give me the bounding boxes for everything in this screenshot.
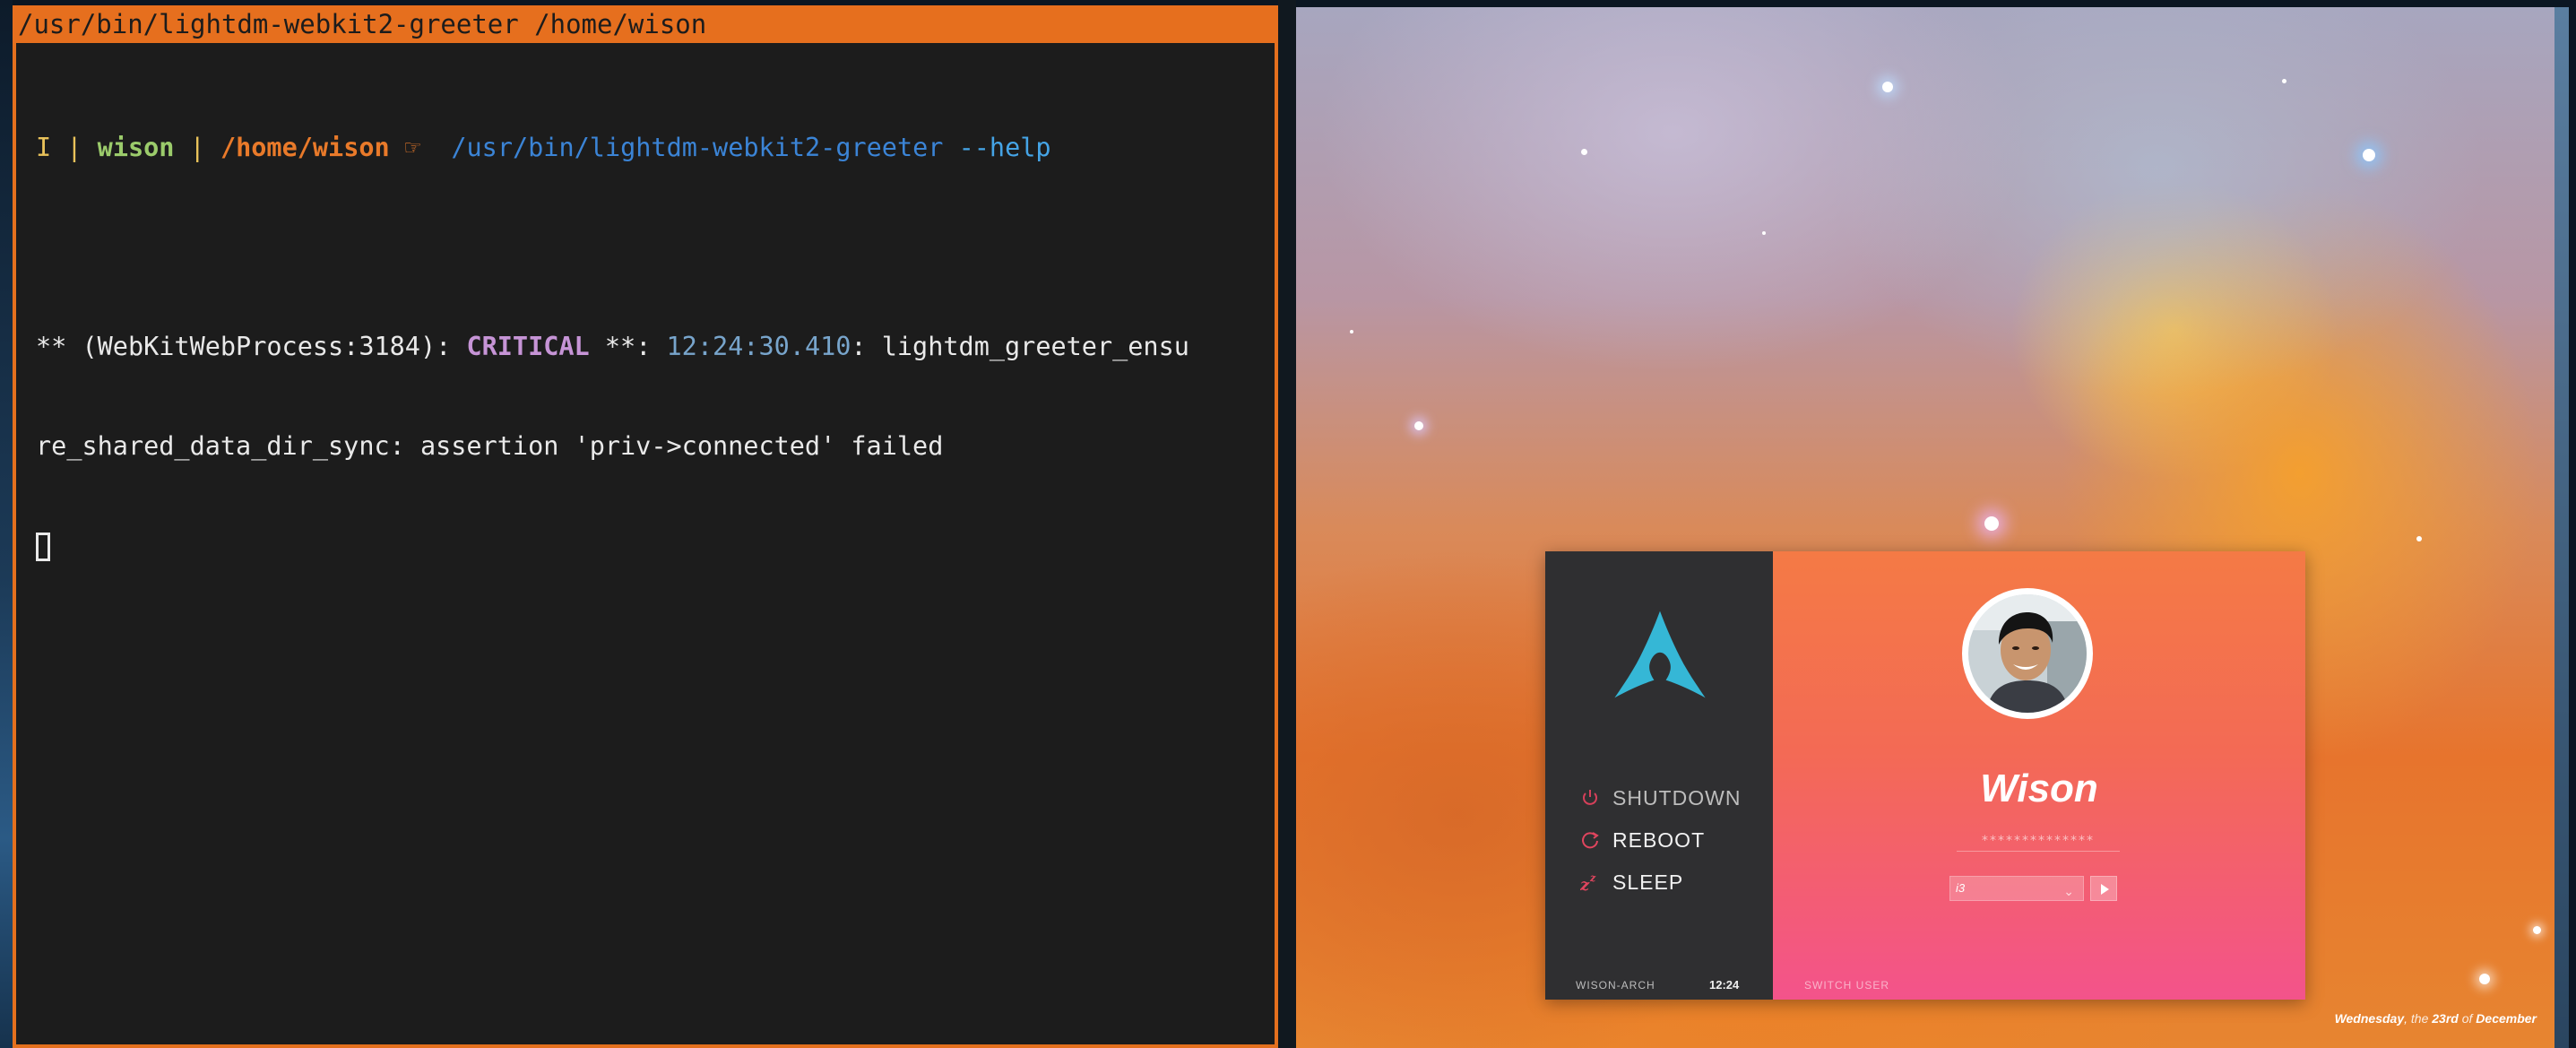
- date-the: the: [2410, 1011, 2429, 1026]
- sidebar-panel: SHUTDOWN REBOOT zz SLEEP WISON-ARCH 12:2…: [1545, 551, 1773, 1000]
- hostname-label: WISON-ARCH: [1576, 979, 1655, 992]
- date-month: December: [2476, 1011, 2537, 1026]
- star: [2533, 926, 2541, 934]
- play-arrow-icon: [2101, 884, 2109, 895]
- output-message-1: : lightdm_greeter_ensu: [851, 332, 1189, 361]
- user-avatar[interactable]: [1962, 588, 2093, 719]
- command-text: /usr/bin/lightdm-webkit2-greeter: [451, 133, 944, 162]
- date-display: Wednesday, the 23rd of December: [2335, 1011, 2537, 1026]
- star: [1984, 516, 1999, 531]
- star: [2363, 149, 2375, 161]
- arch-linux-logo-icon: [1614, 611, 1706, 698]
- date-of: of: [2461, 1011, 2473, 1026]
- username-label: Wison: [1980, 767, 2098, 810]
- prompt-separator: |: [51, 133, 98, 162]
- date-comma: ,: [2404, 1011, 2411, 1026]
- text-cursor: [36, 533, 50, 561]
- output-line-2: re_shared_data_dir_sync: assertion 'priv…: [36, 429, 1273, 463]
- clock-label: 12:24: [1709, 978, 1740, 992]
- star: [1762, 231, 1766, 235]
- cursor-line: [36, 529, 1273, 562]
- pointing-hand-icon: ☞: [404, 133, 421, 162]
- power-icon: [1580, 788, 1600, 808]
- command-flag: --help: [958, 133, 1051, 162]
- screen-edge: [2554, 7, 2569, 1048]
- sleep-label: SLEEP: [1612, 870, 1684, 894]
- sleep-zz-icon: zz: [1579, 872, 1600, 895]
- login-submit-button[interactable]: [2090, 876, 2117, 901]
- star: [2416, 536, 2422, 541]
- terminal-window[interactable]: /usr/bin/lightdm-webkit2-greeter /home/w…: [13, 5, 1278, 1048]
- terminal-output[interactable]: I | wison | /home/wison ☞ /usr/bin/light…: [36, 65, 1273, 628]
- svg-text:z: z: [1580, 876, 1590, 892]
- prompt-separator: |: [174, 133, 220, 162]
- output-timestamp: 12:24:30.410: [666, 332, 851, 361]
- star: [2479, 974, 2490, 984]
- output-line-1: ** (WebKitWebProcess:3184): CRITICAL **:…: [36, 330, 1273, 363]
- prompt-user: wison: [97, 133, 175, 162]
- prompt-line: I | wison | /home/wison ☞ /usr/bin/light…: [36, 131, 1273, 164]
- session-value: i3: [1956, 881, 1966, 895]
- window-gap: [1278, 0, 1296, 1048]
- user-panel: Wison i3 ⌄ SWITCH USER: [1773, 551, 2305, 1000]
- password-input[interactable]: [1957, 831, 2120, 852]
- sleep-button[interactable]: zz SLEEP: [1579, 869, 1684, 896]
- star: [1350, 330, 1353, 333]
- output-prefix: ** (WebKitWebProcess:3184):: [36, 332, 467, 361]
- user-photo: [1968, 594, 2087, 713]
- shutdown-label: SHUTDOWN: [1612, 785, 1742, 810]
- switch-user-button[interactable]: SWITCH USER: [1804, 979, 1889, 992]
- star: [1882, 82, 1893, 92]
- login-panel: SHUTDOWN REBOOT zz SLEEP WISON-ARCH 12:2…: [1545, 551, 2305, 1000]
- star: [1414, 421, 1423, 430]
- terminal-title-bar[interactable]: /usr/bin/lightdm-webkit2-greeter /home/w…: [13, 5, 1278, 43]
- refresh-icon: [1580, 830, 1600, 850]
- vi-mode-indicator: I: [36, 133, 52, 162]
- star: [1581, 149, 1587, 155]
- date-weekday: Wednesday: [2334, 1011, 2405, 1026]
- lightdm-greeter-screen[interactable]: SHUTDOWN REBOOT zz SLEEP WISON-ARCH 12:2…: [1296, 7, 2569, 1048]
- output-mid: **:: [589, 332, 667, 361]
- prompt-cwd: /home/wison: [220, 133, 390, 162]
- critical-label: CRITICAL: [466, 332, 590, 361]
- output-message-2: re_shared_data_dir_sync: assertion 'priv…: [36, 431, 944, 461]
- date-day: 23rd: [2432, 1011, 2459, 1026]
- svg-text:z: z: [1589, 872, 1596, 884]
- shutdown-button[interactable]: SHUTDOWN: [1580, 784, 1741, 811]
- reboot-button[interactable]: REBOOT: [1580, 827, 1705, 853]
- reboot-label: REBOOT: [1612, 827, 1706, 852]
- star: [2282, 79, 2286, 83]
- session-select[interactable]: i3 ⌄: [1949, 876, 2084, 901]
- chevron-down-icon: ⌄: [2063, 884, 2074, 898]
- desktop-background-left: [0, 0, 13, 1048]
